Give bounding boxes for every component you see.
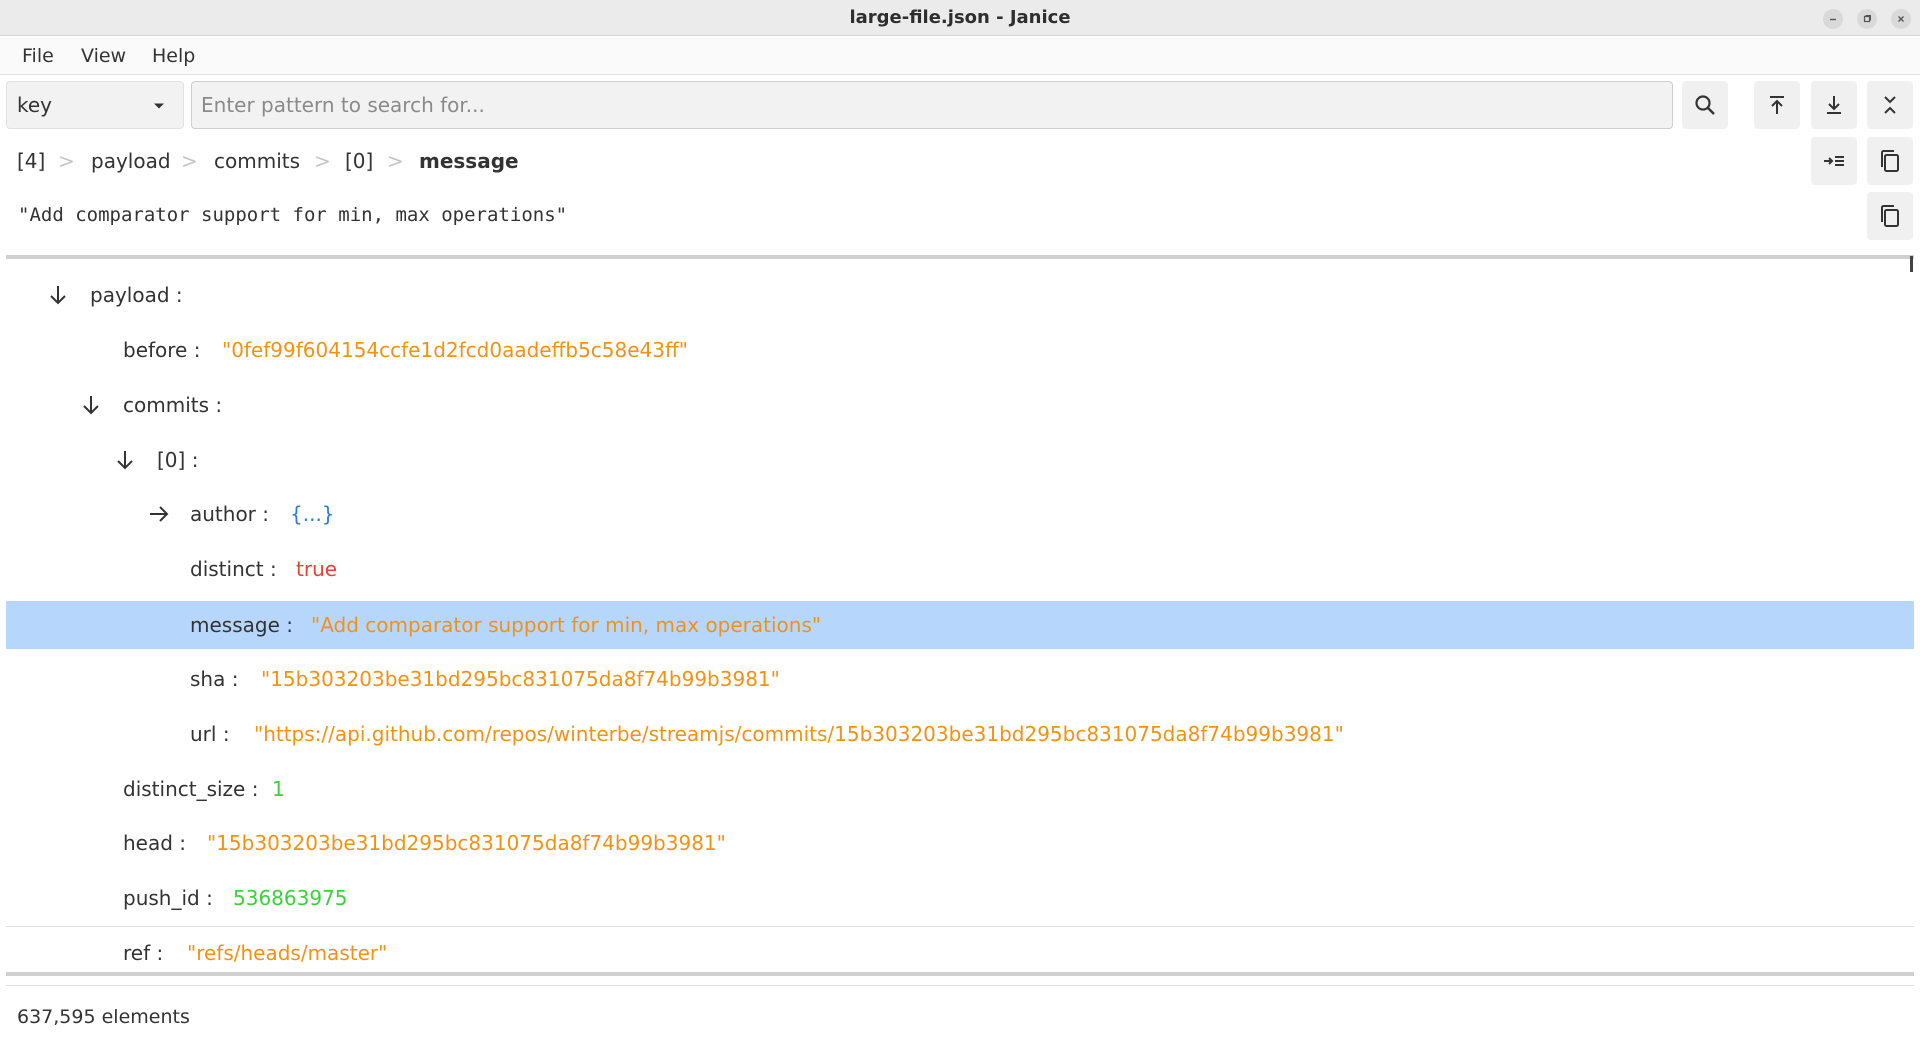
arrow-right-icon[interactable] (147, 502, 171, 526)
divider (6, 985, 1914, 986)
search-mode-select[interactable]: key (6, 81, 184, 129)
search-mode-value: key (17, 93, 53, 117)
maximize-icon (1863, 15, 1871, 23)
tree-value: "refs/heads/master" (187, 941, 388, 965)
breadcrumb-item[interactable]: [4] (17, 146, 45, 176)
breadcrumb-separator: > (58, 149, 75, 173)
tree-row[interactable]: url : "https://api.github.com/repos/wint… (6, 710, 1914, 758)
tree-row[interactable]: distinct : true (6, 545, 1914, 593)
breadcrumb-item[interactable]: commits (214, 146, 300, 176)
row-separator (6, 926, 1914, 927)
indent-button[interactable] (1811, 137, 1857, 185)
go-to-top-button[interactable] (1754, 81, 1800, 129)
search-button[interactable] (1682, 81, 1728, 129)
tree-row[interactable]: distinct_size : 1 (6, 765, 1914, 813)
tree-key: [0] : (157, 448, 199, 472)
element-count-status: 637,595 elements (17, 1006, 190, 1028)
breadcrumb-separator: > (314, 149, 331, 173)
search-icon (1695, 95, 1715, 115)
divider (6, 255, 1914, 259)
tree-key: sha : (190, 667, 239, 691)
menu-file[interactable]: File (22, 37, 54, 75)
tree-row[interactable]: commits : (6, 381, 1914, 429)
breadcrumb-separator: > (181, 149, 198, 173)
minimize-button[interactable] (1823, 9, 1843, 29)
tree-key: ref : (123, 941, 164, 965)
tree-row[interactable]: sha : "15b303203be31bd295bc831075da8f74b… (6, 655, 1914, 703)
search-input[interactable] (191, 81, 1673, 129)
menu-bar: File View Help (0, 37, 1920, 75)
breadcrumb-item-current[interactable]: message (419, 146, 519, 176)
tree-value: 536863975 (233, 886, 348, 910)
window-title: large-file.json - Janice (849, 7, 1071, 28)
tree-row-selected[interactable]: message : "Add comparator support for mi… (6, 601, 1914, 649)
tree-row[interactable]: before : "0fef99f604154ccfe1d2fcd0aadeff… (6, 326, 1914, 374)
arrow-down-icon[interactable] (113, 448, 137, 472)
tree-row[interactable]: push_id : 536863975 (6, 874, 1914, 922)
arrow-down-icon[interactable] (79, 393, 103, 417)
indent-icon (1824, 156, 1844, 166)
maximize-button[interactable] (1857, 9, 1877, 29)
copy-path-button[interactable] (1867, 137, 1913, 185)
collapse-all-icon (1884, 96, 1896, 114)
title-bar: large-file.json - Janice (0, 0, 1920, 36)
tree-key: distinct : (190, 557, 277, 581)
go-to-bottom-button[interactable] (1811, 81, 1857, 129)
tree-value: "Add comparator support for min, max ope… (311, 613, 822, 637)
tree-key: url : (190, 722, 230, 746)
copy-icon (1881, 205, 1899, 227)
tree-key: commits : (123, 393, 223, 417)
tree-row[interactable]: [0] : (6, 436, 1914, 484)
tree-key: payload : (90, 283, 183, 307)
tree-key: author : (190, 502, 270, 526)
tree-value: "15b303203be31bd295bc831075da8f74b99b398… (207, 831, 726, 855)
breadcrumb-item[interactable]: [0] (345, 146, 373, 176)
tree-value[interactable]: {...} (290, 490, 335, 538)
collapse-all-button[interactable] (1867, 81, 1913, 129)
tree-value: "0fef99f604154ccfe1d2fcd0aadeffb5c58e43f… (222, 338, 688, 362)
tree-row[interactable]: payload : (6, 271, 1914, 319)
breadcrumb-item[interactable]: payload (91, 146, 171, 176)
tree-value: 1 (272, 777, 285, 801)
tree-value: "15b303203be31bd295bc831075da8f74b99b398… (261, 667, 780, 691)
tree-key: push_id : (123, 886, 213, 910)
menu-help[interactable]: Help (152, 37, 195, 75)
tree-value: "https://api.github.com/repos/winterbe/s… (254, 722, 1344, 746)
tree-key: message : (190, 613, 293, 637)
tree-value: true (296, 557, 338, 581)
tree-key: distinct_size : (123, 777, 259, 801)
copy-icon (1881, 150, 1899, 172)
divider (6, 972, 1914, 976)
copy-value-button[interactable] (1867, 192, 1913, 240)
go-to-bottom-icon (1827, 96, 1841, 114)
arrow-down-icon[interactable] (46, 283, 70, 307)
tree-row[interactable]: author : {...} (6, 490, 1914, 538)
menu-view[interactable]: View (81, 37, 126, 75)
tree-row[interactable]: head : "15b303203be31bd295bc831075da8f74… (6, 819, 1914, 867)
close-icon (1898, 16, 1904, 22)
json-tree: payload : before : "0fef99f604154ccfe1d2… (6, 262, 1914, 974)
value-preview: "Add comparator support for min, max ope… (18, 204, 568, 226)
breadcrumb-separator: > (387, 149, 404, 173)
tree-key: head : (123, 831, 187, 855)
chevron-down-icon (154, 103, 164, 109)
close-button[interactable] (1891, 9, 1911, 29)
minimize-icon (1830, 18, 1836, 21)
tree-row[interactable]: ref : "refs/heads/master" (6, 929, 1914, 974)
tree-key: before : (123, 338, 201, 362)
go-to-top-icon (1770, 96, 1784, 114)
